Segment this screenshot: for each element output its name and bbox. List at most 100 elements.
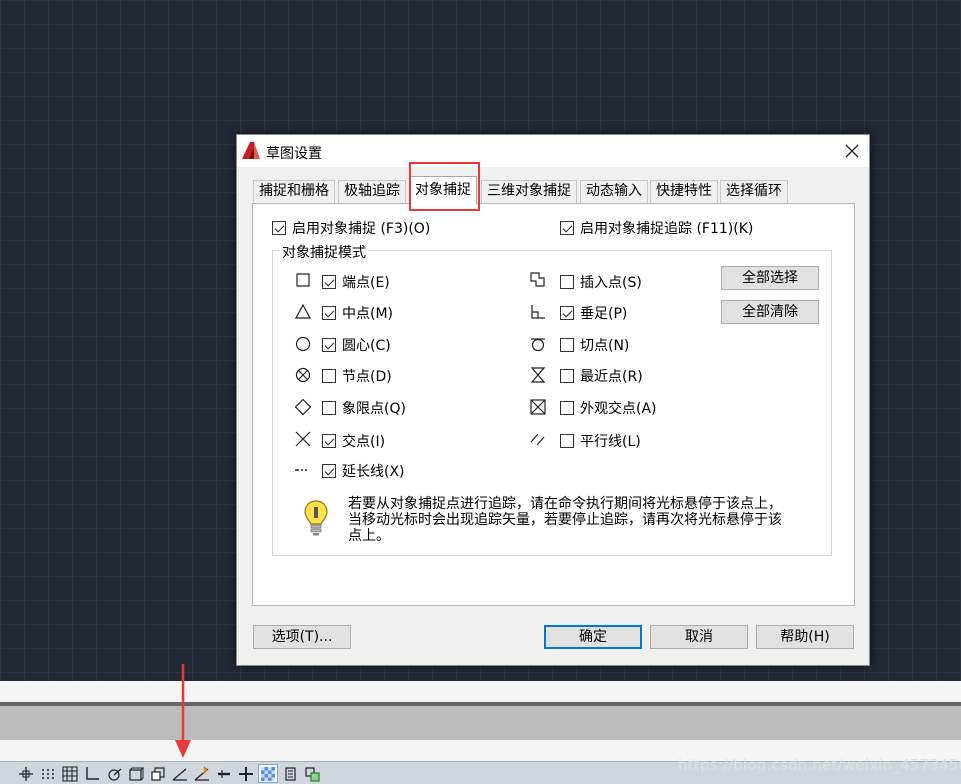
polar-toggle[interactable] [104, 764, 124, 783]
osnap-modes-title: 对象捕捉模式 [280, 242, 368, 262]
node-icon [294, 366, 312, 384]
polar-icon [108, 768, 122, 781]
midpoint-icon [294, 303, 312, 321]
checkbox[interactable] [322, 275, 336, 289]
dynamic-ucs-toggle[interactable] [192, 764, 212, 783]
apparent-intersection-checkbox[interactable]: 外观交点(A) [560, 398, 657, 418]
cancel-button[interactable]: 取消 [650, 625, 748, 649]
ok-button[interactable]: 确定 [544, 625, 642, 649]
tab-dynamic-input[interactable]: 动态输入 [580, 180, 648, 203]
transparency-icon [261, 766, 275, 781]
quadrant-label: 象限点(Q) [342, 401, 406, 417]
tangent-checkbox[interactable]: 切点(N) [560, 335, 629, 355]
help-button[interactable]: 帮助(H) [756, 625, 854, 649]
checkbox[interactable] [560, 306, 574, 320]
enable-osnap-label: 启用对象捕捉 (F3)(O) [292, 221, 431, 237]
command-line[interactable] [0, 706, 961, 740]
checkbox[interactable] [322, 464, 336, 478]
tab-selection-cycling[interactable]: 选择循环 [720, 180, 788, 203]
intersection-icon [294, 430, 312, 448]
extension-icon [294, 461, 312, 479]
close-button[interactable] [835, 135, 869, 166]
object-snap-toggle[interactable] [170, 764, 190, 783]
center-checkbox[interactable]: 圆心(C) [322, 335, 391, 355]
isodraft-icon [129, 767, 144, 781]
options-button[interactable]: 选项(T)... [253, 625, 351, 649]
checkbox[interactable] [560, 434, 574, 448]
dialog-title: 草图设置 [266, 146, 322, 162]
insert-checkbox[interactable]: 插入点(S) [560, 272, 642, 292]
checkbox[interactable] [560, 275, 574, 289]
extension-label: 延长线(X) [342, 464, 405, 480]
clear-all-button[interactable]: 全部清除 [721, 300, 819, 324]
quadrant-checkbox[interactable]: 象限点(Q) [322, 398, 406, 418]
tangent-label: 切点(N) [580, 338, 630, 354]
tracking-tip: 若要从对象捕捉点进行追踪，请在命令执行期间将光标悬停于该点上，当移动光标时会出现… [348, 496, 782, 544]
enable-tracking-checkbox[interactable]: 启用对象捕捉追踪 (F11)(K) [560, 218, 753, 238]
annotation-monitor-icon [305, 766, 320, 782]
isodraft-toggle[interactable] [126, 764, 146, 783]
parallel-checkbox[interactable]: 平行线(L) [560, 431, 641, 451]
checkbox[interactable] [322, 434, 336, 448]
tab-snap-grid[interactable]: 捕捉和栅格 [253, 180, 335, 203]
crosshair-toggle[interactable] [236, 764, 256, 783]
extension-checkbox[interactable]: 延长线(X) [322, 461, 405, 481]
lineweight-toggle[interactable] [214, 764, 234, 783]
close-icon [845, 144, 859, 157]
annotation-monitor-toggle[interactable] [302, 764, 322, 783]
tab-polar-tracking[interactable]: 极轴追踪 [338, 180, 406, 203]
tab-3d-object-snap[interactable]: 三维对象捕捉 [481, 180, 577, 203]
osnap-tracking-icon [151, 766, 165, 781]
ortho-toggle[interactable] [82, 764, 102, 783]
tab-quick-properties[interactable]: 快捷特性 [650, 180, 718, 203]
checkbox[interactable] [560, 369, 574, 383]
nearest-label: 最近点(R) [580, 369, 643, 385]
parallel-label: 平行线(L) [580, 434, 641, 450]
checkbox[interactable] [322, 338, 336, 352]
tangent-icon [529, 335, 547, 353]
perpendicular-checkbox[interactable]: 垂足(P) [560, 303, 627, 323]
center-label: 圆心(C) [342, 338, 391, 354]
node-checkbox[interactable]: 节点(D) [322, 366, 392, 386]
enable-tracking-label: 启用对象捕捉追踪 (F11)(K) [580, 221, 754, 237]
enable-osnap-checkbox[interactable]: 启用对象捕捉 (F3)(O) [272, 218, 430, 238]
parallel-icon [529, 430, 547, 448]
endpoint-checkbox[interactable]: 端点(E) [322, 272, 390, 292]
selection-cycling-icon [285, 766, 296, 781]
insert-icon [529, 271, 547, 289]
intersection-checkbox[interactable]: 交点(I) [322, 431, 385, 451]
checkbox[interactable] [560, 401, 574, 415]
checkbox[interactable] [560, 338, 574, 352]
snap-icon [42, 768, 54, 779]
grid-toggle[interactable] [60, 764, 80, 783]
annotation-arrow-icon [175, 664, 191, 758]
object-snap-panel: 启用对象捕捉 (F3)(O) 启用对象捕捉追踪 (F11)(K) 对象捕捉模式 [252, 203, 855, 606]
center-icon [294, 335, 312, 353]
snap-toggle[interactable] [38, 764, 58, 783]
checkbox[interactable] [322, 306, 336, 320]
osnap-tracking-toggle[interactable] [148, 764, 168, 783]
transparency-toggle[interactable] [258, 764, 278, 783]
insert-label: 插入点(S) [580, 275, 642, 291]
lightbulb-icon [303, 499, 329, 537]
dynamic-ucs-icon [194, 766, 209, 781]
checkbox[interactable] [322, 401, 336, 415]
lineweight-icon [218, 769, 230, 778]
tab-object-snap[interactable]: 对象捕捉 [409, 176, 477, 204]
dialog-titlebar[interactable]: 草图设置 [237, 135, 869, 167]
endpoint-icon [294, 271, 312, 289]
checkbox[interactable] [322, 369, 336, 383]
midpoint-checkbox[interactable]: 中点(M) [322, 303, 393, 323]
coordinates-toggle[interactable] [16, 764, 36, 783]
perpendicular-icon [529, 303, 547, 321]
grid-icon [62, 765, 78, 782]
select-all-button[interactable]: 全部选择 [721, 266, 819, 290]
selection-cycling-toggle[interactable] [280, 764, 300, 783]
endpoint-label: 端点(E) [342, 275, 390, 291]
checkbox[interactable] [560, 221, 574, 235]
command-history-line [0, 681, 961, 702]
drafting-settings-dialog: 草图设置 捕捉和栅格 极轴追踪 对象捕捉 三维对象捕捉 动态输入 快捷特性 选择… [236, 134, 870, 666]
nearest-checkbox[interactable]: 最近点(R) [560, 366, 643, 386]
checkbox[interactable] [272, 221, 286, 235]
quadrant-icon [294, 398, 312, 416]
